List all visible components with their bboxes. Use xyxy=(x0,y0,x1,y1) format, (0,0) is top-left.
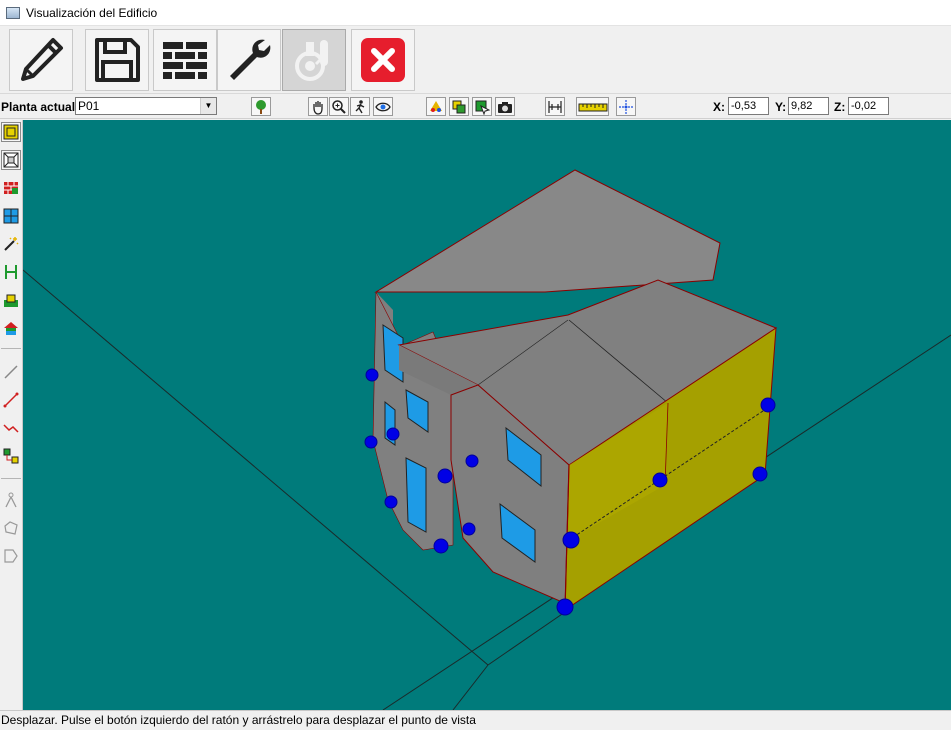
thermometer-icon xyxy=(295,40,328,81)
wand-button[interactable] xyxy=(1,234,21,254)
shape-icon xyxy=(4,549,18,563)
pencil-icon xyxy=(21,38,63,81)
layers-button[interactable] xyxy=(449,97,469,116)
left-facade xyxy=(372,291,454,551)
select-icon xyxy=(475,100,490,115)
compass-icon xyxy=(5,492,17,508)
crosshair-button[interactable] xyxy=(616,97,636,116)
z-label: Z: xyxy=(834,100,846,114)
window-icon xyxy=(3,208,19,224)
z-field[interactable]: -0,02 xyxy=(848,97,889,115)
terrain-icon xyxy=(4,294,18,307)
zoom-button[interactable] xyxy=(329,97,349,116)
window-button[interactable] xyxy=(1,206,21,226)
planta-label: Planta actual xyxy=(1,100,76,114)
3d-viewport[interactable] xyxy=(23,120,951,710)
walk-button[interactable] xyxy=(350,97,370,116)
building-scene xyxy=(23,169,951,710)
close-button[interactable] xyxy=(351,29,415,91)
dimension-icon xyxy=(548,100,562,113)
room-button[interactable] xyxy=(1,150,21,170)
left-toolbar xyxy=(0,120,23,710)
render-icon xyxy=(430,100,442,112)
x-field[interactable]: -0,53 xyxy=(728,97,769,115)
frame-icon xyxy=(5,265,17,279)
ruler-button[interactable] xyxy=(576,97,609,116)
edit-button[interactable] xyxy=(9,29,73,91)
tree-button[interactable] xyxy=(251,97,271,116)
nodes-button[interactable] xyxy=(1,446,21,466)
red-line-icon xyxy=(3,392,19,408)
house-button[interactable] xyxy=(1,318,21,338)
zoom-icon xyxy=(332,99,346,114)
camera-icon xyxy=(498,101,512,113)
line-tool-button[interactable] xyxy=(1,362,21,382)
pan-button[interactable] xyxy=(308,97,328,116)
chevron-down-icon[interactable]: ▼ xyxy=(200,98,216,114)
polygon-button[interactable] xyxy=(1,518,21,538)
line-icon xyxy=(4,365,18,379)
y-field[interactable]: 9,82 xyxy=(788,97,829,115)
eye-icon xyxy=(375,102,391,111)
floor-plan-icon xyxy=(3,124,19,140)
shape-button[interactable] xyxy=(1,546,21,566)
wall-icon xyxy=(4,182,18,194)
view-toolbar: Planta actual P01 ▼ X: -0,53 Y: 9,82 Z: xyxy=(0,95,951,119)
title-bar: Visualización del Edificio xyxy=(0,0,951,26)
ruler-icon xyxy=(578,103,607,111)
eye-button[interactable] xyxy=(373,97,393,116)
nodes-icon xyxy=(3,448,19,464)
brick-wall-icon xyxy=(163,42,207,79)
wall-button[interactable] xyxy=(1,178,21,198)
close-icon xyxy=(361,38,405,82)
red-line-button[interactable] xyxy=(1,390,21,410)
window-title: Visualización del Edificio xyxy=(26,5,158,20)
save-button[interactable] xyxy=(85,29,149,91)
frame-button[interactable] xyxy=(1,262,21,282)
thermal-button[interactable] xyxy=(282,29,346,91)
walls-button[interactable] xyxy=(153,29,217,91)
x-label: X: xyxy=(713,100,725,114)
polyline-button[interactable] xyxy=(1,418,21,438)
walk-icon xyxy=(355,99,365,113)
dimension-button[interactable] xyxy=(545,97,565,116)
wrench-icon xyxy=(230,39,271,80)
planta-value: P01 xyxy=(78,99,100,113)
tree-icon xyxy=(256,99,266,114)
compass-button[interactable] xyxy=(1,490,21,510)
save-icon xyxy=(95,38,140,82)
layers-icon xyxy=(452,100,466,113)
wand-icon xyxy=(4,237,19,251)
app-window-icon xyxy=(6,6,20,19)
main-toolbar xyxy=(0,27,951,94)
polyline-icon xyxy=(3,424,19,433)
terrain-button[interactable] xyxy=(1,290,21,310)
floor-plan-button[interactable] xyxy=(1,122,21,142)
render-button[interactable] xyxy=(426,97,446,116)
camera-button[interactable] xyxy=(495,97,515,116)
room-icon xyxy=(3,152,19,168)
house-icon xyxy=(4,322,18,335)
crosshair-icon xyxy=(619,99,633,114)
select-button[interactable] xyxy=(472,97,492,116)
status-bar: Desplazar. Pulse el botón izquierdo del … xyxy=(0,710,951,730)
hand-icon xyxy=(313,100,323,115)
settings-button[interactable] xyxy=(217,29,281,91)
planta-select[interactable]: P01 ▼ xyxy=(75,97,217,115)
y-label: Y: xyxy=(775,100,787,114)
polygon-icon xyxy=(4,521,18,535)
